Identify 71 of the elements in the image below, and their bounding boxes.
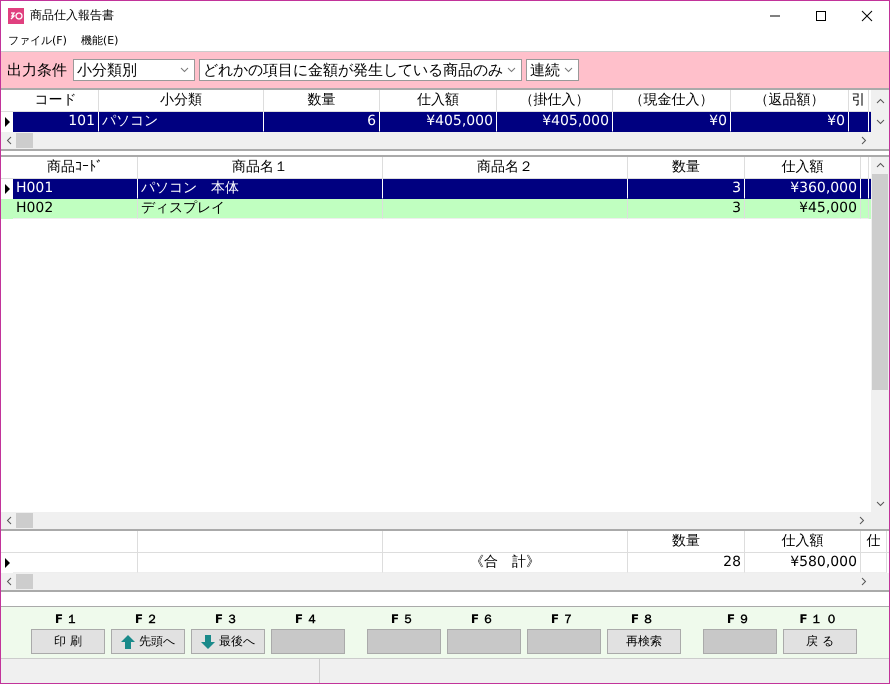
scrollbar-thumb[interactable] xyxy=(16,513,33,528)
scroll-down-icon[interactable] xyxy=(876,501,884,507)
table-cell: H002 xyxy=(13,199,138,219)
function-key-label: F４ xyxy=(294,611,322,628)
function-button[interactable]: 再検索 xyxy=(607,629,681,654)
menu-item[interactable]: 機能(E) xyxy=(80,33,118,48)
function-key-label: F９ xyxy=(726,611,754,628)
dropdown[interactable]: どれかの項目に金額が発生している商品のみ xyxy=(199,59,522,81)
column-header: 小分類 xyxy=(99,90,264,111)
horizontal-scrollbar[interactable] xyxy=(1,512,889,529)
maximize-icon[interactable] xyxy=(815,10,827,22)
scroll-right-icon[interactable] xyxy=(861,577,867,586)
column-header: 数量 xyxy=(628,531,745,552)
function-key-label: F７ xyxy=(550,611,578,628)
arrow-up-icon xyxy=(121,634,135,648)
filter-label: 出力条件 xyxy=(7,60,67,80)
arrow-down-icon xyxy=(201,634,215,648)
function-key-label: F３ xyxy=(214,611,242,628)
scrollbar-thumb[interactable] xyxy=(16,574,33,589)
function-key-label: F６ xyxy=(470,611,498,628)
table-cell: ¥45,000 xyxy=(745,199,861,219)
function-button[interactable]: 戻 る xyxy=(783,629,857,654)
column-header: 商品ｺｰﾄﾞ xyxy=(13,157,138,178)
column-header: 数量 xyxy=(264,90,380,111)
column-header: 数量 xyxy=(628,157,745,178)
dropdown[interactable]: 小分類別 xyxy=(73,59,195,81)
column-header: コード xyxy=(13,90,99,111)
scroll-up-icon[interactable] xyxy=(876,98,884,104)
window-title: 商品仕入報告書 xyxy=(30,7,114,24)
column-header: 商品名１ xyxy=(138,157,383,178)
function-key-label: F１ xyxy=(54,611,82,628)
column-header: 引 xyxy=(849,90,869,111)
vertical-scrollbar[interactable] xyxy=(871,157,889,512)
close-icon[interactable] xyxy=(861,10,873,22)
scroll-left-icon[interactable] xyxy=(6,516,12,525)
table-cell: 3 xyxy=(628,199,745,219)
function-button[interactable]: 先頭へ xyxy=(111,629,185,654)
scroll-right-icon[interactable] xyxy=(859,516,865,525)
menu-item[interactable]: ファイル(F) xyxy=(8,33,67,48)
column-header: 仕入額 xyxy=(745,157,861,178)
function-button[interactable]: 印 刷 xyxy=(31,629,105,654)
scrollbar-thumb[interactable] xyxy=(872,174,888,390)
table-row[interactable]: H001 パソコン 本体 3 ¥360,000 xyxy=(1,179,871,199)
function-key-label: F８ xyxy=(630,611,658,628)
table-row[interactable]: H002 ディスプレイ 3 ¥45,000 xyxy=(1,199,871,219)
column-header: 仕 xyxy=(861,531,887,552)
scroll-left-icon[interactable] xyxy=(6,577,12,586)
horizontal-scrollbar[interactable] xyxy=(1,132,889,149)
column-header: （掛仕入） xyxy=(497,90,613,111)
function-button[interactable]: 最後へ xyxy=(191,629,265,654)
function-key-label: F２ xyxy=(134,611,162,628)
column-header: 商品名２ xyxy=(383,157,628,178)
table-row[interactable]: 101 パソコン 6 ¥405,000 ¥405,000 ¥0 ¥0 xyxy=(1,112,871,132)
column-header: 仕入額 xyxy=(745,531,861,552)
column-header: 仕入額 xyxy=(380,90,497,111)
chevron-icon xyxy=(564,67,573,73)
function-key-label: F５ xyxy=(390,611,418,628)
scroll-right-icon[interactable] xyxy=(861,136,867,145)
horizontal-scrollbar[interactable] xyxy=(1,573,889,590)
table-cell: ディスプレイ xyxy=(138,199,383,219)
dropdown[interactable]: 連続 xyxy=(526,59,579,81)
chevron-icon xyxy=(180,67,189,73)
column-header: （返品額） xyxy=(731,90,849,111)
scroll-up-icon[interactable] xyxy=(876,162,884,168)
column-header: （現金仕入） xyxy=(613,90,731,111)
function-key-label: F１０ xyxy=(799,611,841,628)
app-logo-icon xyxy=(8,8,24,24)
scroll-left-icon[interactable] xyxy=(6,136,12,145)
chevron-icon xyxy=(507,67,516,73)
scroll-down-icon[interactable] xyxy=(876,118,884,124)
scrollbar-thumb[interactable] xyxy=(16,133,33,148)
